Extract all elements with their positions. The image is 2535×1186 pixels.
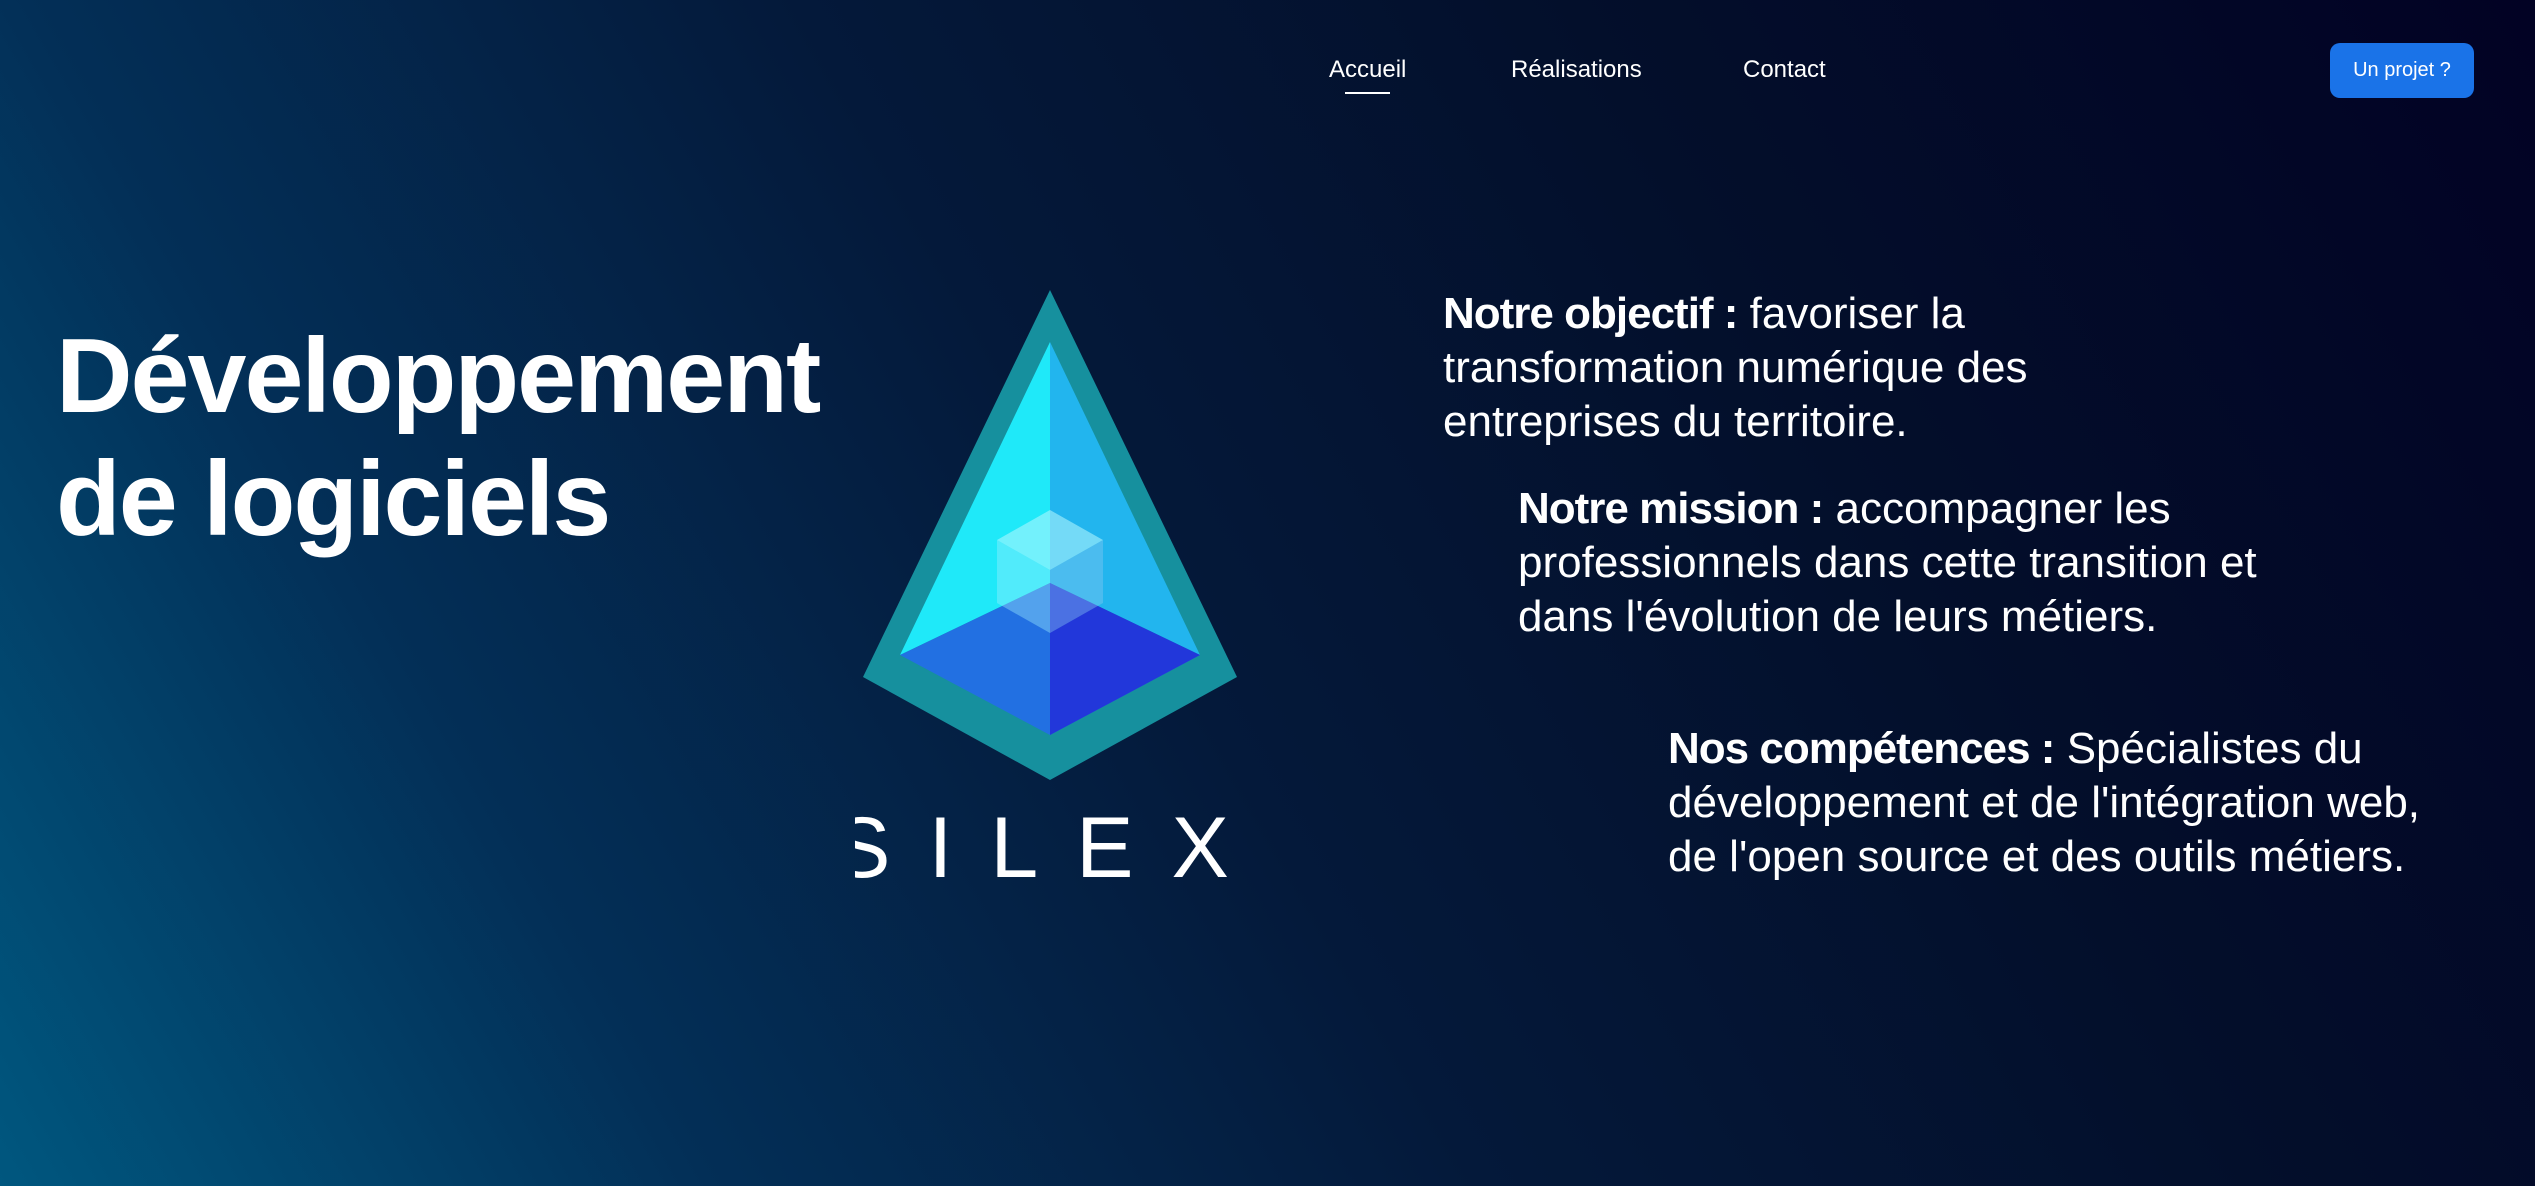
objectif-text-3: entreprises du territoire. [1443, 397, 1908, 446]
mission-text-2: professionnels dans cette transition et [1518, 538, 2257, 587]
objectif-text-2: transformation numérique des [1443, 343, 2028, 392]
hero-title-line-1: Développement [56, 317, 821, 435]
objectif-block: Notre objectif : favoriser la transforma… [1443, 287, 2028, 449]
mission-text-1: accompagner les [1823, 484, 2171, 533]
mission-block: Notre mission : accompagner les professi… [1518, 482, 2257, 644]
top-navigation: Accueil Réalisations Contact Un projet ? [0, 0, 2535, 140]
competences-text-2: développement et de l'intégration web, [1668, 778, 2421, 827]
nav-link-accueil[interactable]: Accueil [1329, 54, 1406, 94]
mission-text-3: dans l'évolution de leurs métiers. [1518, 592, 2158, 641]
project-cta-button[interactable]: Un projet ? [2330, 43, 2474, 98]
nav-link-contact[interactable]: Contact [1743, 54, 1826, 86]
competences-text-3: de l'open source et des outils métiers. [1668, 832, 2406, 881]
nav-link-realisations[interactable]: Réalisations [1511, 54, 1642, 86]
objectif-text-1: favoriser la [1737, 289, 1965, 338]
silex-logo: SILEX [833, 285, 1245, 896]
competences-text-1: Spécialistes du [2054, 724, 2363, 773]
pyramid-cube-icon: SILEX [833, 290, 1245, 896]
mission-heading: Notre mission : [1518, 484, 1824, 533]
competences-block: Nos compétences : Spécialistes du dévelo… [1668, 722, 2420, 884]
competences-heading: Nos compétences : [1668, 724, 2055, 773]
logo-wordmark: SILEX [855, 800, 1245, 885]
objectif-heading: Notre objectif : [1443, 289, 1738, 338]
hero-title: Développement de logiciels [56, 315, 821, 561]
hero-title-line-2: de logiciels [56, 440, 611, 558]
